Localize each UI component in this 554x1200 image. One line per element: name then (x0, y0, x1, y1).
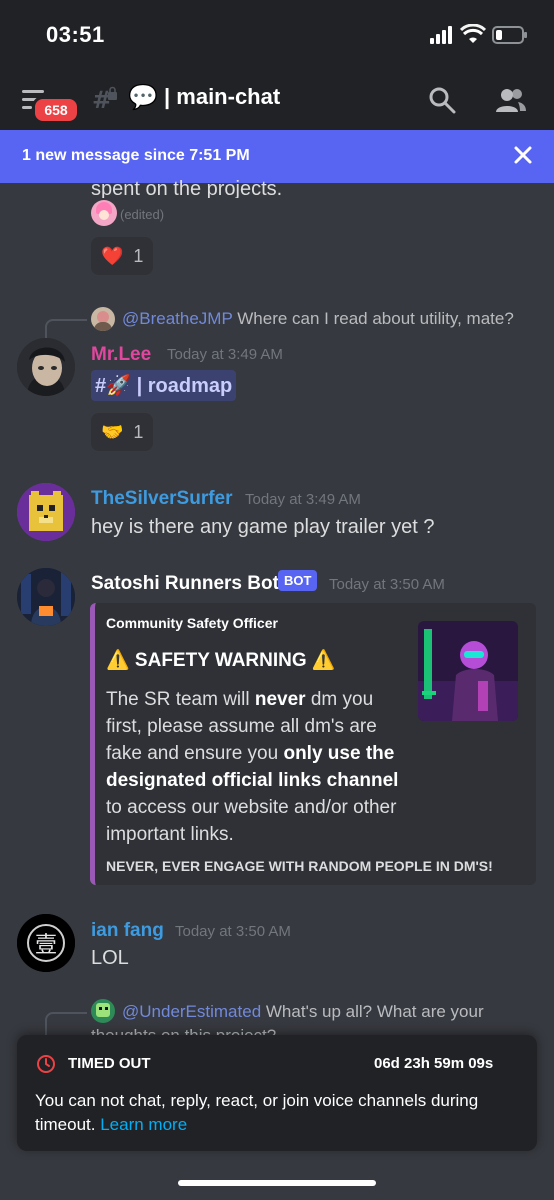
bot-tag: BOT (278, 570, 318, 591)
reaction-count: 1 (133, 421, 144, 442)
status-time: 03:51 (46, 22, 105, 47)
channel-link[interactable]: #🚀 | roadmap (91, 370, 237, 401)
timeout-timer: 06d 23h 59m 09s (374, 1055, 494, 1072)
heart-icon: ❤️ (101, 245, 124, 266)
speech-bubble-icon: 💬 (128, 84, 158, 111)
embed-description: The SR team will never dm you first, ple… (106, 689, 399, 845)
reaction-count: 1 (133, 245, 144, 266)
reply-text: Where can I read about utility, mate? (237, 309, 514, 328)
timestamp: Today at 3:49 AM (167, 346, 283, 363)
new-messages-text: 1 new message since 7:51 PM (22, 147, 250, 164)
timestamp: Today at 3:49 AM (245, 491, 361, 508)
username[interactable]: Satoshi Runners Bot (91, 573, 279, 595)
timeout-title: TIMED OUT (68, 1055, 151, 1072)
close-icon[interactable] (512, 144, 534, 166)
username[interactable]: ian fang (91, 920, 164, 942)
wifi-icon (460, 24, 486, 43)
reply-text-continued: thoughts on this project? (91, 1026, 276, 1035)
channel-title[interactable]: | main-chat (164, 84, 280, 110)
message-text: hey is there any game play trailer yet ? (91, 516, 435, 538)
embed-title: ⚠️ SAFETY WARNING ⚠️ (106, 650, 336, 671)
reply-preview[interactable]: @BreatheJMP Where can I read about utili… (122, 309, 514, 329)
reply-text: What's up all? What are your (265, 1002, 484, 1021)
embed-author: Community Safety Officer (106, 615, 278, 631)
reaction-handshake[interactable]: 🤝 1 (91, 413, 154, 451)
edited-label: (edited) (120, 207, 165, 222)
search-icon[interactable] (428, 86, 456, 114)
reply-avatar (91, 999, 115, 1023)
avatar[interactable] (17, 338, 75, 396)
svg-text:壹: 壹 (35, 933, 57, 958)
read-receipt-avatar (91, 200, 117, 226)
message-text: spent on the projects. (91, 178, 283, 198)
avatar[interactable]: 壹 (17, 914, 75, 972)
home-indicator[interactable] (178, 1180, 376, 1186)
reply-connector (45, 319, 87, 339)
embed-thumbnail[interactable] (418, 621, 518, 721)
timeout-body: You can not chat, reply, react, or join … (35, 1091, 479, 1134)
embed-footer: NEVER, EVER ENGAGE WITH RANDOM PEOPLE IN… (106, 858, 493, 874)
username[interactable]: Mr.Lee (91, 344, 151, 366)
unread-badge: 658 (32, 96, 80, 124)
handshake-icon: 🤝 (101, 421, 124, 442)
clock-icon (37, 1055, 55, 1073)
battery-icon (492, 26, 527, 44)
timestamp: Today at 3:50 AM (329, 576, 445, 593)
username[interactable]: TheSilverSurfer (91, 488, 233, 510)
message-text: LOL (91, 947, 129, 969)
learn-more-link[interactable]: Learn more (100, 1115, 187, 1134)
timestamp: Today at 3:50 AM (175, 923, 291, 940)
avatar[interactable] (17, 568, 75, 626)
avatar[interactable] (17, 483, 75, 541)
reply-mention[interactable]: @BreatheJMP (122, 309, 233, 328)
cellular-signal-icon (430, 26, 452, 44)
reply-mention[interactable]: @UnderEstimated (122, 1002, 261, 1021)
locked-channel-icon: # (92, 86, 117, 112)
reply-avatar (91, 307, 115, 331)
members-icon[interactable] (496, 86, 526, 114)
reaction-heart[interactable]: ❤️ 1 (91, 237, 154, 275)
reply-preview[interactable]: @UnderEstimated What's up all? What are … (122, 1002, 484, 1022)
